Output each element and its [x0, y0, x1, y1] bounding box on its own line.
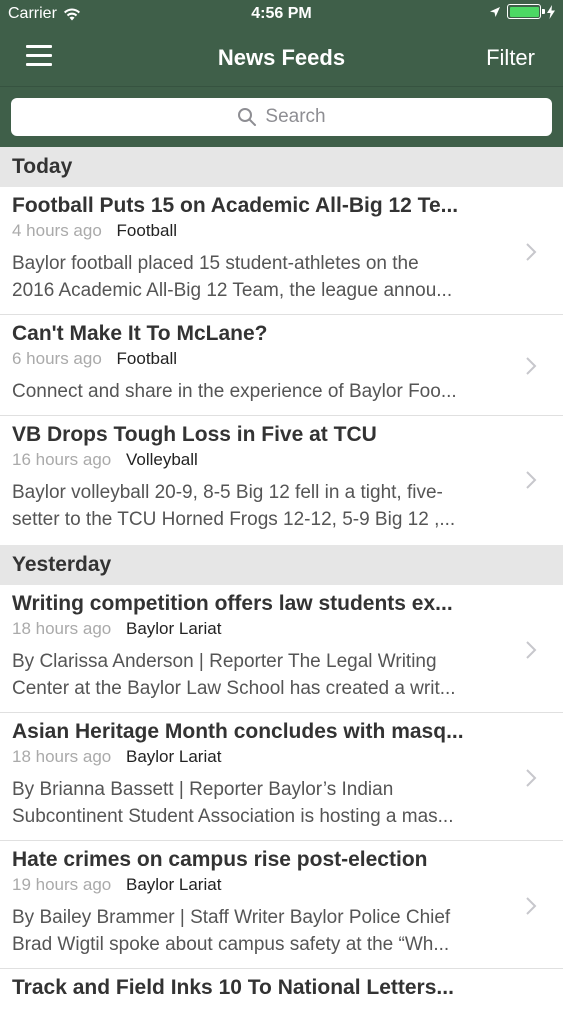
chevron-right-icon	[526, 357, 537, 375]
item-meta: 16 hours ago Volleyball	[12, 449, 563, 471]
navigation-bar: News Feeds Filter	[0, 30, 563, 86]
section-header-yesterday: Yesterday	[0, 545, 563, 585]
battery-icon	[507, 4, 545, 19]
list-item[interactable]: Football Puts 15 on Academic All-Big 12 …	[0, 187, 563, 315]
summary-line: setter to the TCU Horned Frogs 12-12, 5-…	[12, 509, 456, 530]
item-category: Baylor Lariat	[125, 747, 222, 766]
list-item[interactable]: Track and Field Inks 10 To National Lett…	[0, 969, 563, 1009]
page-title: News Feeds	[217, 45, 346, 70]
list-item[interactable]: Asian Heritage Month concludes with masq…	[0, 713, 563, 841]
status-bar: Carrier 4:56 PM	[0, 0, 563, 30]
search-icon	[238, 108, 257, 126]
summary-line: Baylor volleyball 20-9, 8-5 Big 12 fell …	[12, 482, 443, 503]
summary-line: By Clarissa Anderson | Reporter The Lega…	[12, 651, 437, 672]
section-header-today: Today	[0, 147, 563, 187]
summary-line: Connect and share in the experience of B…	[12, 381, 457, 402]
list-item[interactable]: VB Drops Tough Loss in Five at TCU 16 ho…	[0, 416, 563, 545]
item-meta: 18 hours ago Baylor Lariat	[12, 746, 563, 768]
item-time: 6 hours ago	[12, 349, 102, 368]
chevron-right-icon	[526, 769, 537, 787]
filter-button[interactable]: Filter	[486, 45, 535, 71]
summary-line: Center at the Baylor Law School has crea…	[12, 678, 456, 699]
item-category: Volleyball	[125, 450, 198, 469]
item-category: Football	[116, 221, 178, 240]
summary-line: 2016 Academic All-Big 12 Team, the leagu…	[12, 280, 453, 301]
location-arrow-icon	[490, 6, 500, 17]
chevron-right-icon	[526, 471, 537, 489]
summary-line: Baylor football placed 15 student-athlet…	[12, 253, 419, 274]
item-time: 18 hours ago	[12, 619, 112, 638]
item-title: Asian Heritage Month concludes with masq…	[12, 720, 464, 743]
item-title: Track and Field Inks 10 To National Lett…	[12, 976, 454, 999]
app-header: Carrier 4:56 PM News Feeds Filter Search	[0, 0, 563, 147]
battery-level	[509, 6, 539, 17]
item-category: Football	[116, 349, 178, 368]
item-title: Can't Make It To McLane?	[12, 322, 268, 345]
item-time: 19 hours ago	[12, 875, 112, 894]
list-item[interactable]: Can't Make It To McLane? 6 hours ago Foo…	[0, 315, 563, 416]
chevron-right-icon	[526, 641, 537, 659]
summary-line: Subcontinent Student Association is host…	[12, 806, 454, 827]
item-summary: Connect and share in the experience of B…	[12, 370, 563, 414]
item-category: Baylor Lariat	[125, 875, 222, 894]
item-title: Hate crimes on campus rise post-election	[12, 848, 428, 871]
search-input[interactable]: Search	[11, 98, 552, 136]
item-meta: 6 hours ago Football	[12, 348, 563, 370]
search-bar: Search	[0, 86, 563, 147]
item-title: Writing competition offers law students …	[12, 592, 453, 615]
item-meta: 4 hours ago Football	[12, 220, 563, 242]
chevron-right-icon	[526, 243, 537, 261]
item-time: 16 hours ago	[12, 450, 112, 469]
status-right	[489, 4, 555, 19]
list-item[interactable]: Writing competition offers law students …	[0, 585, 563, 713]
item-summary: By Bailey Brammer | Staff Writer Baylor …	[12, 896, 563, 967]
chevron-right-icon	[526, 897, 537, 915]
item-summary: Baylor volleyball 20-9, 8-5 Big 12 fell …	[12, 471, 563, 542]
item-time: 18 hours ago	[12, 747, 112, 766]
item-title: VB Drops Tough Loss in Five at TCU	[12, 423, 377, 446]
item-title: Football Puts 15 on Academic All-Big 12 …	[12, 194, 459, 217]
status-time: 4:56 PM	[251, 5, 312, 22]
search-placeholder: Search	[265, 106, 326, 127]
summary-line: By Bailey Brammer | Staff Writer Baylor …	[12, 907, 451, 928]
list-item[interactable]: Hate crimes on campus rise post-election…	[0, 841, 563, 969]
item-summary: By Clarissa Anderson | Reporter The Lega…	[12, 640, 563, 711]
summary-line: Brad Wigtil spoke about campus safety at…	[12, 934, 450, 955]
item-category: Baylor Lariat	[125, 619, 222, 638]
item-summary: Baylor football placed 15 student-athlet…	[12, 242, 563, 313]
item-summary: By Brianna Bassett | Reporter Baylor’s I…	[12, 768, 563, 839]
item-meta: 19 hours ago Baylor Lariat	[12, 874, 563, 896]
news-feed-list: Today Football Puts 15 on Academic All-B…	[0, 147, 563, 1009]
summary-line: By Brianna Bassett | Reporter Baylor’s I…	[12, 779, 394, 800]
item-time: 4 hours ago	[12, 221, 102, 240]
item-meta: 18 hours ago Baylor Lariat	[12, 618, 563, 640]
charging-bolt-icon	[547, 4, 555, 19]
